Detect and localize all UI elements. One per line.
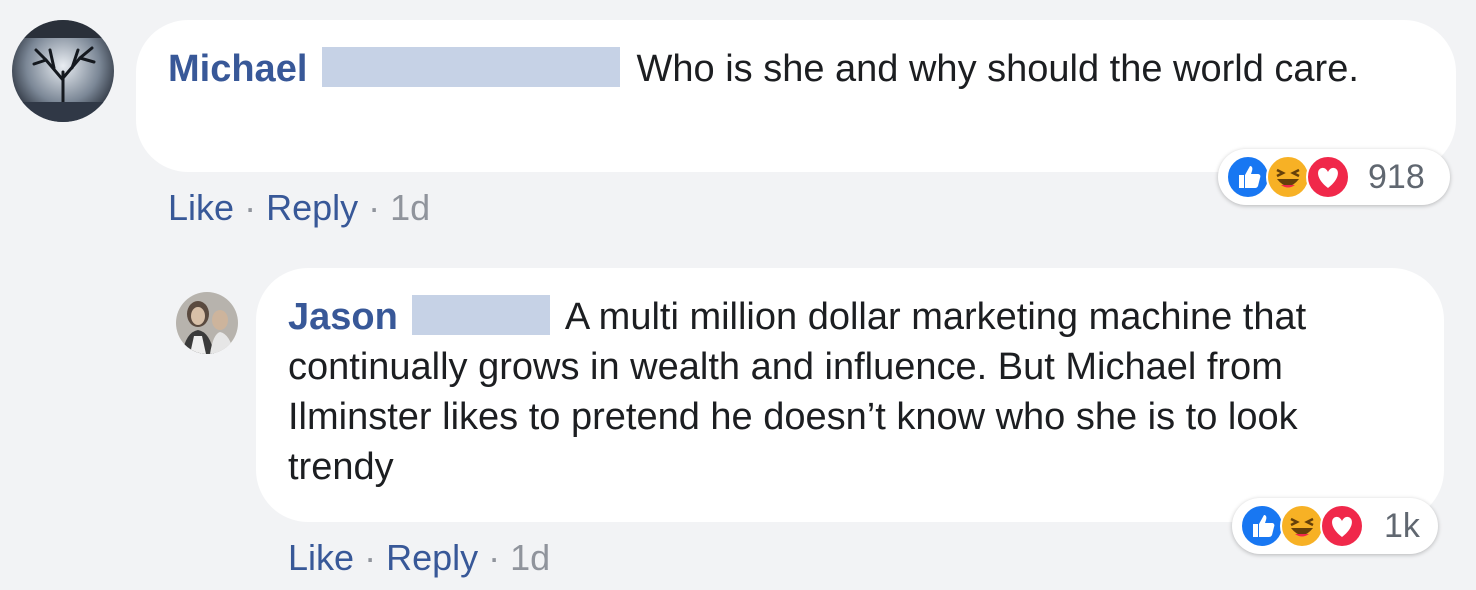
comment-actions: Like · Reply · 1d <box>288 536 550 580</box>
comment-bubble-jason: Jason A multi million dollar marketing m… <box>256 268 1444 522</box>
separator: · <box>368 187 381 228</box>
avatar-michael[interactable] <box>12 20 114 122</box>
reply-link[interactable]: Reply <box>386 537 478 578</box>
reactions-summary[interactable]: 1k <box>1232 498 1438 554</box>
love-icon <box>1306 155 1350 199</box>
comment-body: Michael Who is she and why should the wo… <box>168 44 1424 94</box>
avatar-jason[interactable] <box>176 292 238 354</box>
separator: · <box>364 537 377 578</box>
comment-body: Jason A multi million dollar marketing m… <box>288 292 1412 492</box>
like-link[interactable]: Like <box>288 537 354 578</box>
author-name[interactable]: Jason <box>288 296 398 338</box>
reactions-summary[interactable]: 918 <box>1218 149 1450 205</box>
separator: · <box>488 537 501 578</box>
comment-actions: Like · Reply · 1d <box>168 186 430 230</box>
haha-icon <box>1280 504 1324 548</box>
separator: · <box>244 187 257 228</box>
like-icon <box>1226 155 1270 199</box>
like-icon <box>1240 504 1284 548</box>
timestamp[interactable]: 1d <box>510 537 550 578</box>
love-icon <box>1320 504 1364 548</box>
reaction-count: 1k <box>1384 507 1420 545</box>
timestamp[interactable]: 1d <box>390 187 430 228</box>
reply-link[interactable]: Reply <box>266 187 358 228</box>
author-name[interactable]: Michael <box>168 48 307 90</box>
redacted-surname <box>321 47 620 87</box>
redacted-surname <box>412 295 551 335</box>
like-link[interactable]: Like <box>168 187 234 228</box>
comment-text: Who is she and why should the world care… <box>636 48 1359 90</box>
reaction-count: 918 <box>1368 158 1425 196</box>
haha-icon <box>1266 155 1310 199</box>
